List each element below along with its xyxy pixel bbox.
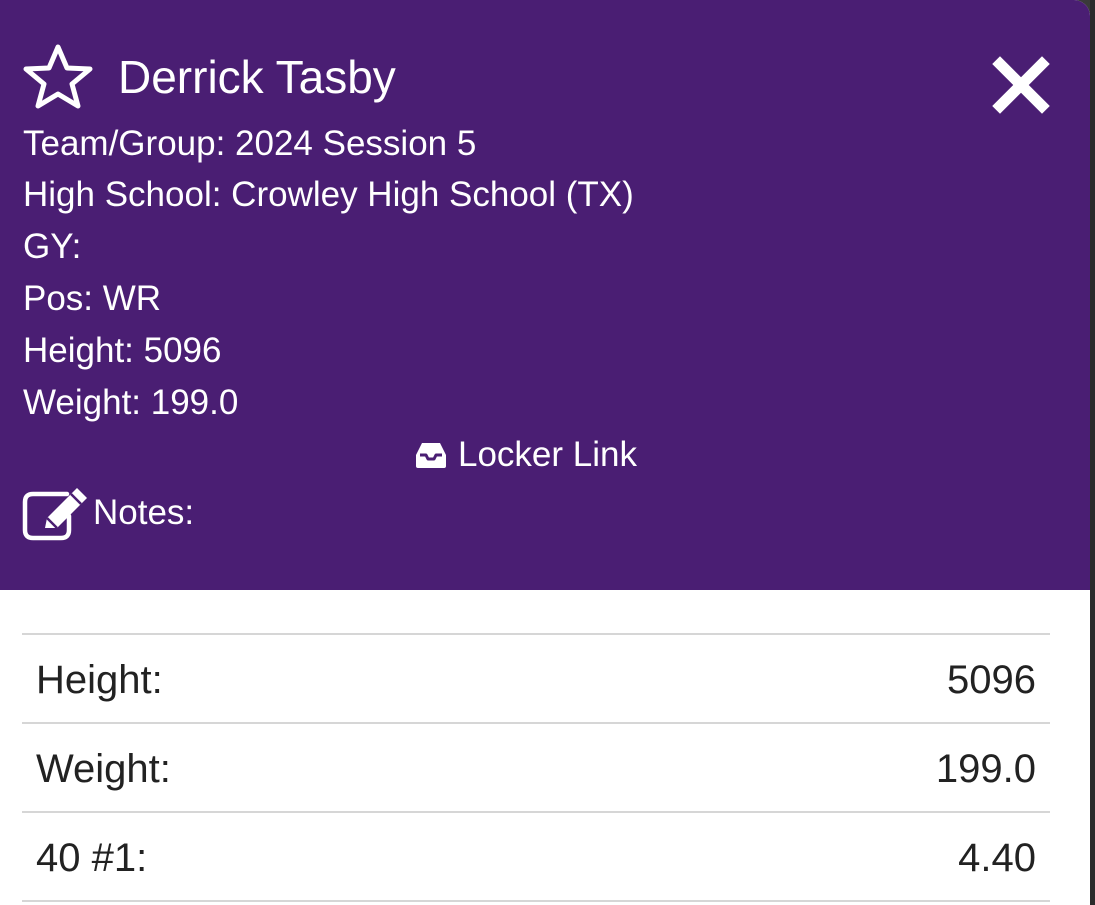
notes-row: Notes:	[21, 484, 194, 542]
weight-line: Weight: 199.0	[23, 383, 239, 422]
stat-row-weight: Weight: 199.0	[22, 724, 1050, 813]
position-line: Pos: WR	[23, 279, 162, 318]
edit-note-icon[interactable]	[21, 484, 93, 542]
inbox-icon	[416, 443, 446, 468]
star-outline-icon[interactable]	[22, 42, 94, 110]
stat-value: 199.0	[935, 747, 1036, 791]
stat-row-40-yard: 40 #1: 4.40	[22, 813, 1050, 902]
player-name: Derrick Tasby	[118, 51, 396, 103]
stat-value: 5096	[947, 658, 1036, 702]
stat-label: Weight:	[36, 747, 171, 791]
locker-link[interactable]: Locker Link	[414, 432, 637, 478]
stat-row-height: Height: 5096	[22, 635, 1050, 724]
graduation-year-line: GY:	[23, 227, 82, 266]
player-header: Derrick Tasby Team/Group: 2024 Session 5…	[0, 0, 1090, 590]
stat-label: Height:	[36, 658, 163, 702]
stats-table: Height: 5096 Weight: 199.0 40 #1: 4.40	[22, 633, 1050, 902]
high-school-line: High School: Crowley High School (TX)	[23, 175, 634, 214]
player-detail-modal: Derrick Tasby Team/Group: 2024 Session 5…	[0, 0, 1090, 905]
height-line: Height: 5096	[23, 331, 222, 370]
team-group-line: Team/Group: 2024 Session 5	[23, 124, 477, 163]
notes-label: Notes:	[93, 493, 195, 532]
close-icon[interactable]	[992, 56, 1050, 114]
stat-value: 4.40	[958, 836, 1036, 880]
locker-link-label: Locker Link	[458, 435, 637, 474]
stat-label: 40 #1:	[36, 836, 148, 880]
background-edge	[1090, 0, 1095, 905]
